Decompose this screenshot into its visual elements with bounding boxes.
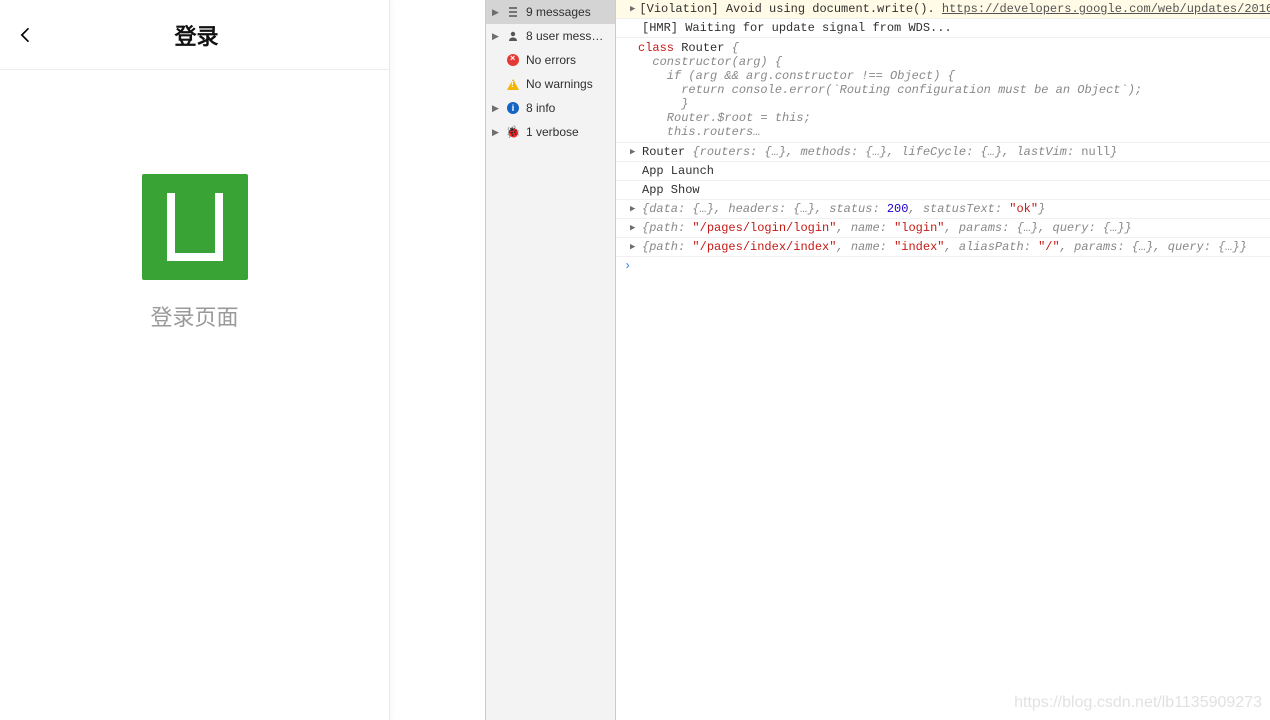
page-subtitle: 登录页面 [150,300,238,332]
app-logo-glyph [167,193,223,261]
console-app-show-row[interactable]: ▶App Show [616,181,1270,200]
console-hmr-row[interactable]: ▶ [HMR] Waiting for update signal from W… [616,19,1270,38]
warning-icon [506,77,520,91]
log-text: [Violation] Avoid using document.write()… [639,2,941,16]
console-router-row[interactable]: ▶ Router {routers: {…}, methods: {…}, li… [616,143,1270,162]
chevron-right-icon: ▶ [492,7,500,18]
page-title: 登录 [4,19,389,51]
log-text: App Show [642,183,700,197]
list-icon [506,5,520,19]
sidebar-item-label: No warnings [526,77,593,91]
spacer [390,0,485,720]
sidebar-item-label: 8 info [526,101,555,115]
app-logo [142,174,248,280]
caret-icon: ▶ [630,147,638,157]
caret-icon: ▶ [630,4,635,14]
sidebar-item-verbose[interactable]: ▶ 🐞 1 verbose [486,120,615,144]
log-text: App Launch [642,164,714,178]
console-app-launch-row[interactable]: ▶App Launch [616,162,1270,181]
sidebar-item-label: 1 verbose [526,125,579,139]
user-icon [506,29,520,43]
prompt-caret-icon: › [624,259,631,273]
sidebar-item-errors[interactable]: No errors [486,48,615,72]
sidebar-item-warnings[interactable]: No warnings [486,72,615,96]
sidebar-item-user-messages[interactable]: ▶ 8 user mess… [486,24,615,48]
chevron-right-icon: ▶ [492,127,500,138]
app-preview-pane: 登录 登录页面 [0,0,390,720]
console-sidebar: ▶ 9 messages ▶ 8 user mess… No errors No… [486,0,616,720]
app-body: 登录页面 [0,70,389,332]
error-icon [506,53,520,67]
sidebar-item-label: 8 user mess… [526,29,603,43]
caret-icon: ▶ [630,242,638,252]
console-route-row[interactable]: ▶ {path: "/pages/index/index", name: "in… [616,238,1270,257]
sidebar-item-label: 9 messages [526,5,591,19]
console-violation-row[interactable]: ▶ [Violation] Avoid using document.write… [616,0,1270,19]
caret-icon: ▶ [630,204,638,214]
sidebar-item-info[interactable]: ▶ i 8 info [486,96,615,120]
console-response-row[interactable]: ▶ {data: {…}, headers: {…}, status: 200,… [616,200,1270,219]
bug-icon: 🐞 [506,125,520,139]
console-output[interactable]: ▶ [Violation] Avoid using document.write… [616,0,1270,720]
sidebar-item-label: No errors [526,53,576,67]
console-prompt[interactable]: › [616,257,1270,275]
sidebar-item-messages[interactable]: ▶ 9 messages [486,0,615,24]
log-text: [HMR] Waiting for update signal from WDS… [642,21,952,35]
caret-icon: ▶ [630,223,638,233]
violation-link[interactable]: https://developers.google.com/web/update… [942,2,1270,16]
chevron-right-icon: ▶ [492,103,500,114]
console-route-row[interactable]: ▶ {path: "/pages/login/login", name: "lo… [616,219,1270,238]
console-code-block[interactable]: class Router { constructor(arg) { if (ar… [616,38,1270,143]
chevron-right-icon: ▶ [492,31,500,42]
devtools-panel: ▶ 9 messages ▶ 8 user mess… No errors No… [485,0,1270,720]
info-icon: i [506,101,520,115]
log-text: Router [642,145,692,159]
app-header: 登录 [0,0,389,70]
